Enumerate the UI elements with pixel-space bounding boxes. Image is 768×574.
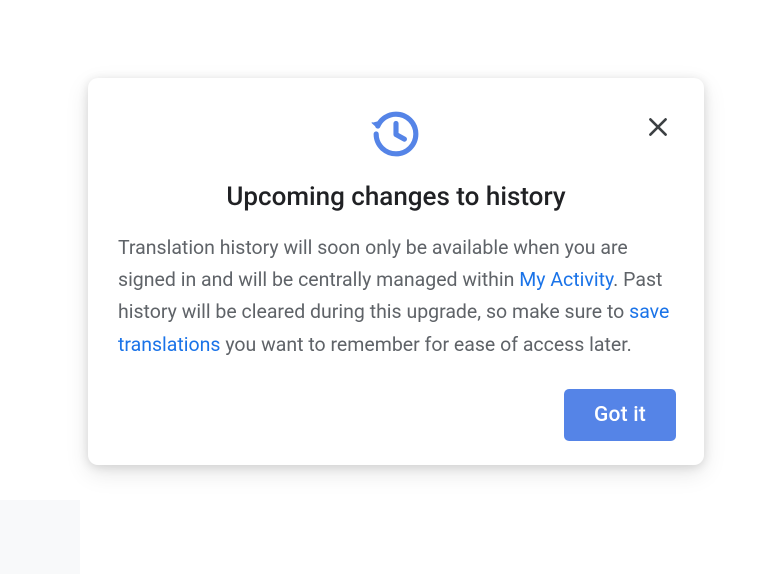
body-text-3: you want to remember for ease of access … bbox=[220, 333, 631, 356]
history-icon bbox=[368, 106, 424, 162]
dialog-footer: Got it bbox=[116, 389, 676, 441]
dialog-body: Translation history will soon only be av… bbox=[116, 232, 676, 361]
my-activity-link[interactable]: My Activity bbox=[519, 268, 613, 291]
close-button[interactable] bbox=[642, 112, 674, 144]
dialog-header: Upcoming changes to history bbox=[116, 102, 676, 232]
got-it-button[interactable]: Got it bbox=[564, 389, 676, 441]
history-upgrade-dialog: Upcoming changes to history Translation … bbox=[88, 78, 704, 465]
close-icon bbox=[645, 114, 671, 143]
dialog-title: Upcoming changes to history bbox=[226, 182, 565, 212]
